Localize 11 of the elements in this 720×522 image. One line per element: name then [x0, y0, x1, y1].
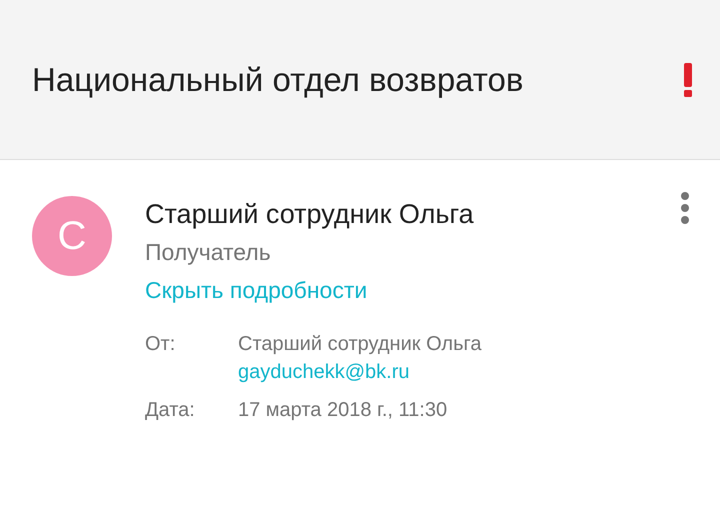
email-link[interactable]: gayduchekk@bk.ru — [238, 358, 482, 386]
avatar: С — [32, 196, 112, 276]
recipient-label: Получатель — [145, 238, 272, 267]
subject-title: Национальный отдел возвратов — [32, 60, 524, 100]
detail-value: 17 марта 2018 г., 11:30 — [238, 398, 448, 423]
detail-label: От: — [145, 332, 176, 357]
sender-name: Старший сотрудник Ольга — [145, 198, 475, 231]
more-options-icon[interactable] — [680, 192, 690, 224]
hide-details-link[interactable]: Скрыть подробности — [145, 272, 680, 308]
detail-label: Дата: — [145, 398, 196, 423]
detail-value: Старший сотрудник Ольга — [238, 332, 482, 357]
